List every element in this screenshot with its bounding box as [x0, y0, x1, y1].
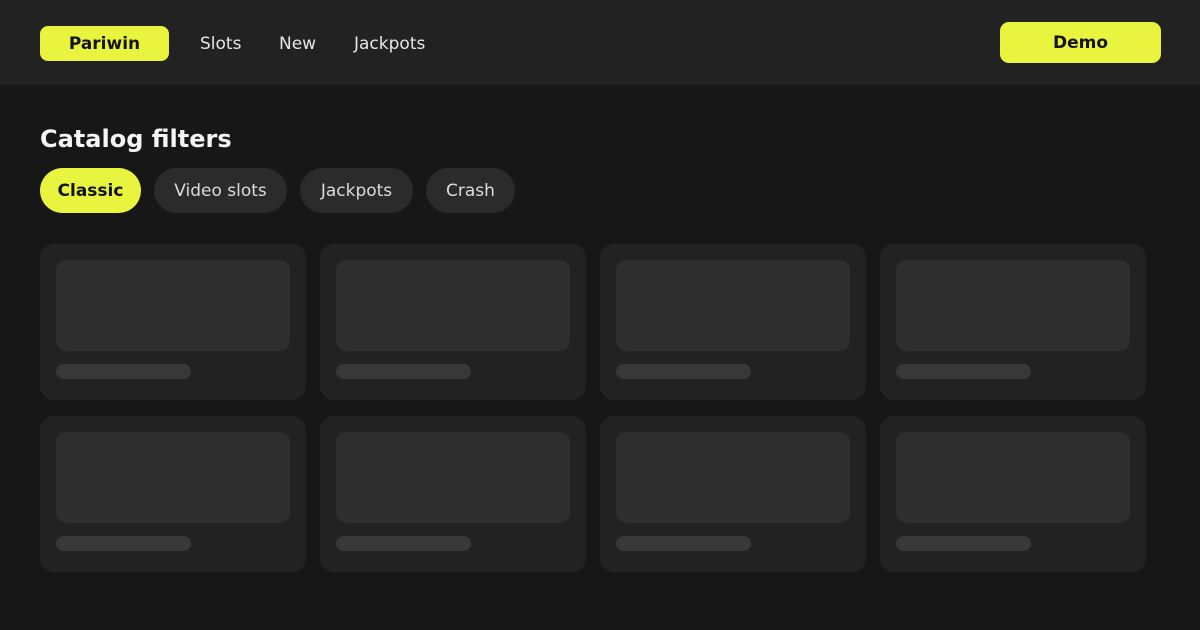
card-title-placeholder	[616, 536, 751, 551]
card-thumbnail-placeholder	[336, 432, 570, 523]
top-navigation-bar: Pariwin Slots New Jackpots Demo	[0, 0, 1200, 85]
game-card-skeleton[interactable]	[40, 416, 306, 572]
card-thumbnail-placeholder	[616, 260, 850, 351]
card-thumbnail-placeholder	[616, 432, 850, 523]
game-card-skeleton[interactable]	[600, 244, 866, 400]
game-card-skeleton[interactable]	[320, 416, 586, 572]
nav-link-slots[interactable]: Slots	[200, 34, 241, 54]
card-title-placeholder	[616, 364, 751, 379]
filter-chip-classic[interactable]: Classic	[40, 168, 141, 213]
game-card-skeleton[interactable]	[880, 244, 1146, 400]
filter-chip-video-slots[interactable]: Video slots	[154, 168, 287, 213]
game-card-skeleton[interactable]	[320, 244, 586, 400]
card-title-placeholder	[336, 364, 471, 379]
card-thumbnail-placeholder	[56, 432, 290, 523]
demo-button[interactable]: Demo	[1000, 22, 1161, 63]
brand-logo-button[interactable]: Pariwin	[40, 26, 169, 61]
filter-chip-jackpots[interactable]: Jackpots	[300, 168, 413, 213]
nav-link-jackpots[interactable]: Jackpots	[354, 34, 425, 54]
game-card-skeleton[interactable]	[600, 416, 866, 572]
game-card-skeleton[interactable]	[880, 416, 1146, 572]
nav-link-new[interactable]: New	[279, 34, 316, 54]
filter-chip-crash[interactable]: Crash	[426, 168, 515, 213]
card-title-placeholder	[896, 536, 1031, 551]
card-title-placeholder	[56, 536, 191, 551]
card-title-placeholder	[56, 364, 191, 379]
section-title: Catalog filters	[40, 125, 232, 153]
card-thumbnail-placeholder	[56, 260, 290, 351]
card-thumbnail-placeholder	[336, 260, 570, 351]
card-thumbnail-placeholder	[896, 432, 1130, 523]
game-card-skeleton[interactable]	[40, 244, 306, 400]
card-thumbnail-placeholder	[896, 260, 1130, 351]
card-title-placeholder	[336, 536, 471, 551]
card-title-placeholder	[896, 364, 1031, 379]
